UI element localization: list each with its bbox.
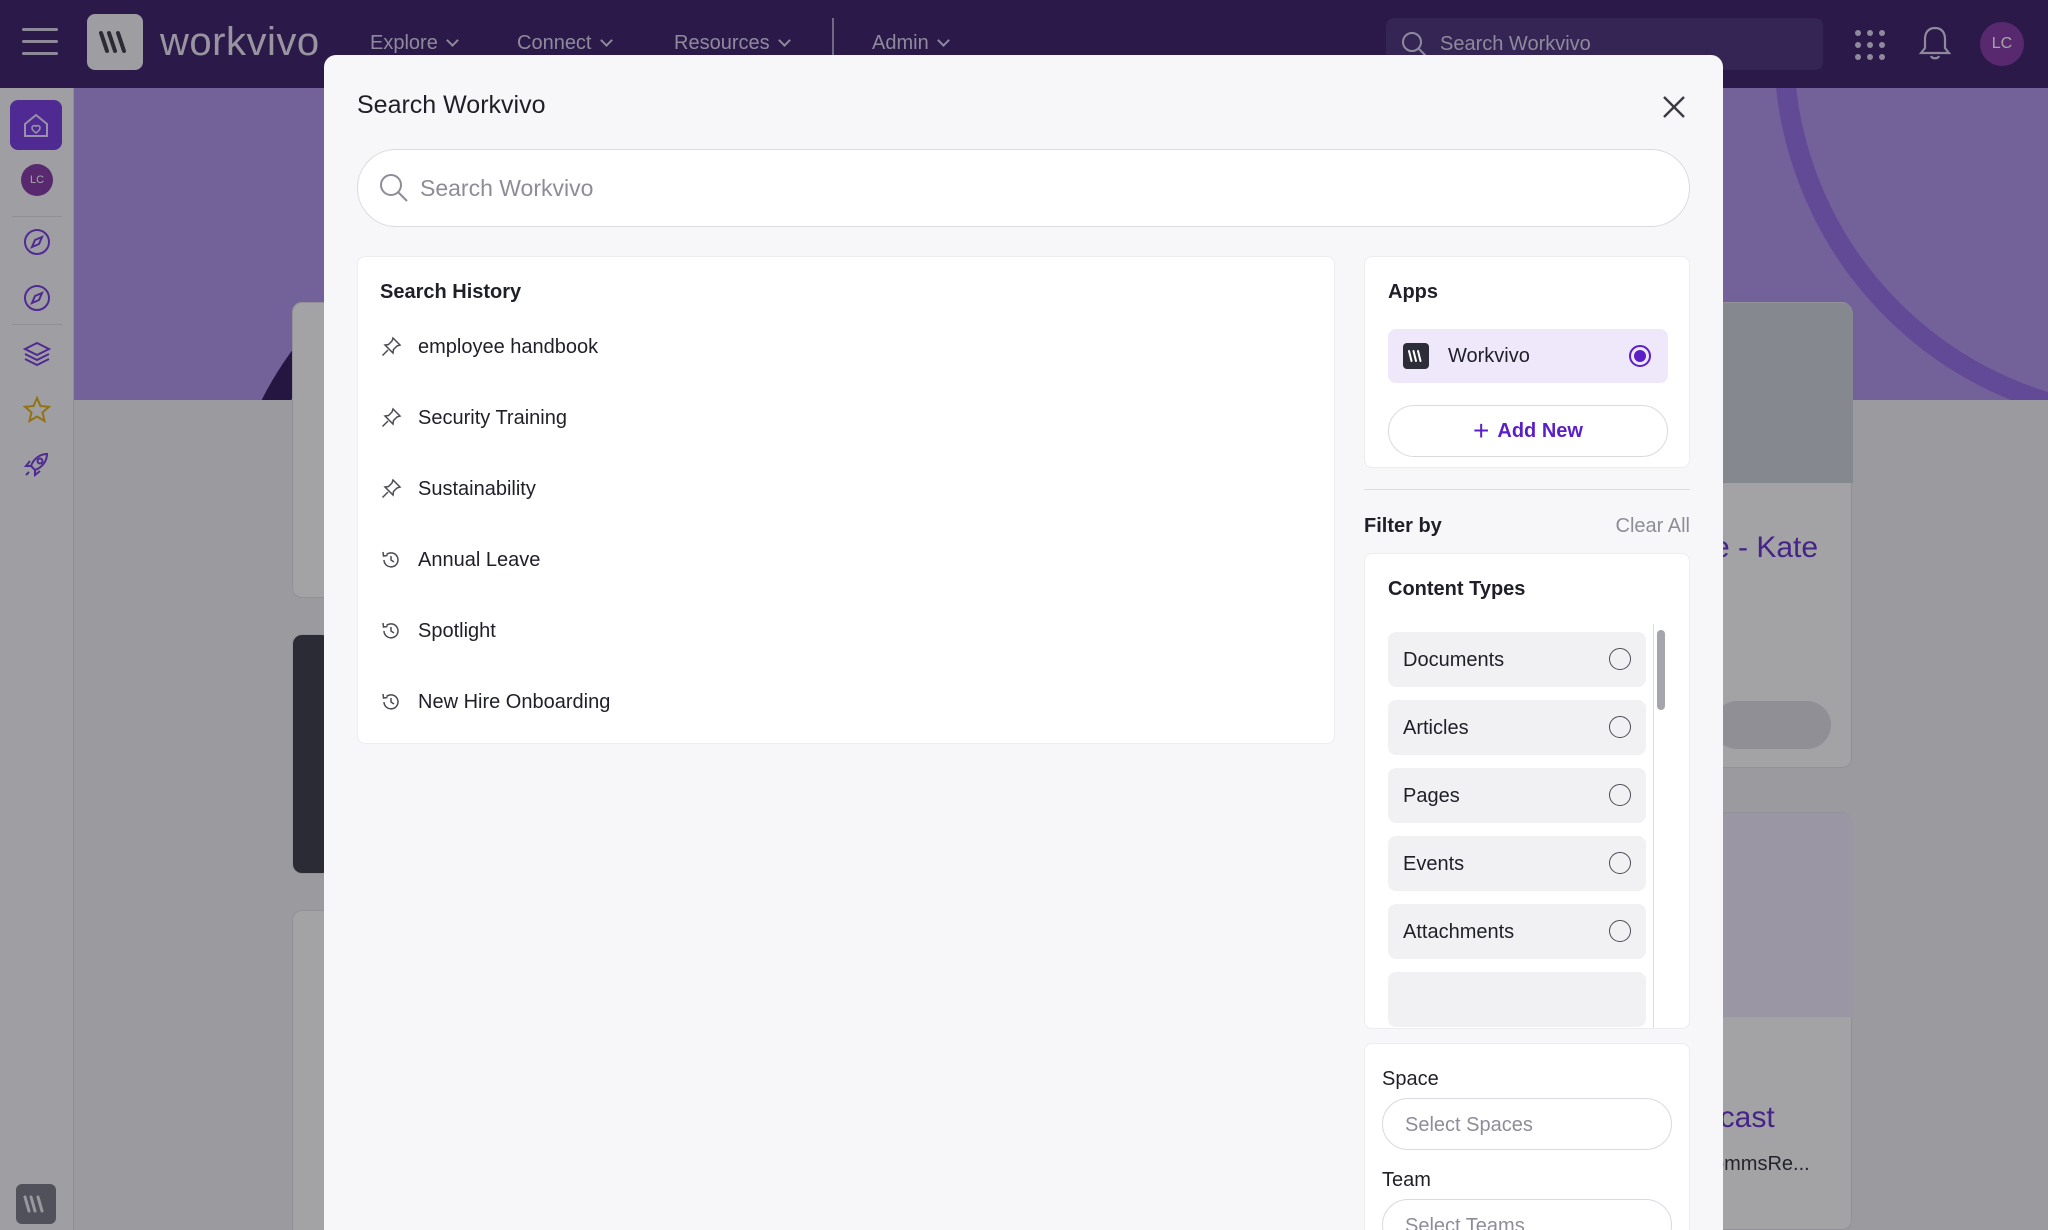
pin-icon[interactable] xyxy=(380,478,402,500)
search-history-panel: Search History employee handbook Securit… xyxy=(357,256,1335,744)
content-type-option-partial[interactable] xyxy=(1388,972,1646,1027)
app-radio-selected[interactable] xyxy=(1629,345,1651,367)
content-type-option[interactable]: Attachments xyxy=(1388,904,1646,959)
content-types-scroll-thumb[interactable] xyxy=(1657,630,1665,710)
history-item[interactable]: Spotlight xyxy=(380,611,1300,651)
content-type-option[interactable]: Articles xyxy=(1388,700,1646,755)
history-item-label: Spotlight xyxy=(418,619,496,642)
content-type-label: Attachments xyxy=(1403,921,1515,943)
add-new-app-button[interactable]: + Add New xyxy=(1388,405,1668,457)
content-type-radio[interactable] xyxy=(1609,716,1631,738)
search-icon xyxy=(380,174,408,202)
content-type-label: Pages xyxy=(1403,785,1460,807)
search-field[interactable] xyxy=(357,149,1690,227)
pin-icon[interactable] xyxy=(380,336,402,358)
history-icon xyxy=(382,622,399,639)
workvivo-logo-icon xyxy=(1403,343,1429,369)
history-item-label: Security Training xyxy=(418,406,567,429)
close-icon[interactable] xyxy=(1658,91,1690,123)
content-types-panel: Content Types Documents Articles Pages E… xyxy=(1364,553,1690,1029)
history-item[interactable]: Sustainability xyxy=(380,469,1300,509)
history-item-label: Annual Leave xyxy=(418,548,541,571)
content-types-title: Content Types xyxy=(1388,578,1526,600)
space-label: Space xyxy=(1382,1068,1439,1090)
filter-divider xyxy=(1364,489,1690,490)
content-type-label: Articles xyxy=(1403,717,1469,739)
history-item-label: employee handbook xyxy=(418,335,599,358)
content-type-option[interactable]: Events xyxy=(1388,836,1646,891)
select-spaces-placeholder: Select Spaces xyxy=(1405,1114,1533,1136)
modal-title: Search Workvivo xyxy=(357,91,546,119)
apps-title: Apps xyxy=(1388,281,1438,303)
select-teams-dropdown[interactable]: Select Teams xyxy=(1382,1199,1672,1230)
history-item[interactable]: Security Training xyxy=(380,398,1300,438)
content-type-option[interactable]: Documents xyxy=(1388,632,1646,687)
content-type-radio[interactable] xyxy=(1609,648,1631,670)
clear-all-button[interactable]: Clear All xyxy=(1574,515,1690,538)
select-teams-placeholder: Select Teams xyxy=(1405,1215,1525,1230)
content-type-radio[interactable] xyxy=(1609,852,1631,874)
history-item[interactable]: employee handbook xyxy=(380,327,1300,367)
history-item[interactable]: Annual Leave xyxy=(380,540,1300,580)
space-team-panel: Space Select Spaces Team Select Teams xyxy=(1364,1043,1690,1230)
history-item-label: New Hire Onboarding xyxy=(418,690,611,713)
content-type-radio[interactable] xyxy=(1609,784,1631,806)
filter-by-title: Filter by xyxy=(1364,515,1442,537)
pin-icon[interactable] xyxy=(380,407,402,429)
app-option-label: Workvivo xyxy=(1448,345,1530,367)
apps-panel: Apps Workvivo + Add New xyxy=(1364,256,1690,468)
content-type-label: Documents xyxy=(1403,649,1505,671)
content-type-option[interactable]: Pages xyxy=(1388,768,1646,823)
plus-icon: + xyxy=(1473,415,1490,446)
history-item-label: Sustainability xyxy=(418,477,536,500)
select-spaces-dropdown[interactable]: Select Spaces xyxy=(1382,1098,1672,1150)
search-history-title: Search History xyxy=(380,281,522,303)
history-icon xyxy=(382,693,399,710)
team-label: Team xyxy=(1382,1169,1431,1191)
search-modal: Search Workvivo Search History employee … xyxy=(324,55,1723,1230)
content-type-label: Events xyxy=(1403,853,1465,875)
history-item[interactable]: New Hire Onboarding xyxy=(380,682,1300,722)
search-input[interactable] xyxy=(420,168,1660,208)
content-type-radio[interactable] xyxy=(1609,920,1631,942)
app-option-workvivo[interactable]: Workvivo xyxy=(1388,329,1668,383)
history-icon xyxy=(382,551,399,568)
